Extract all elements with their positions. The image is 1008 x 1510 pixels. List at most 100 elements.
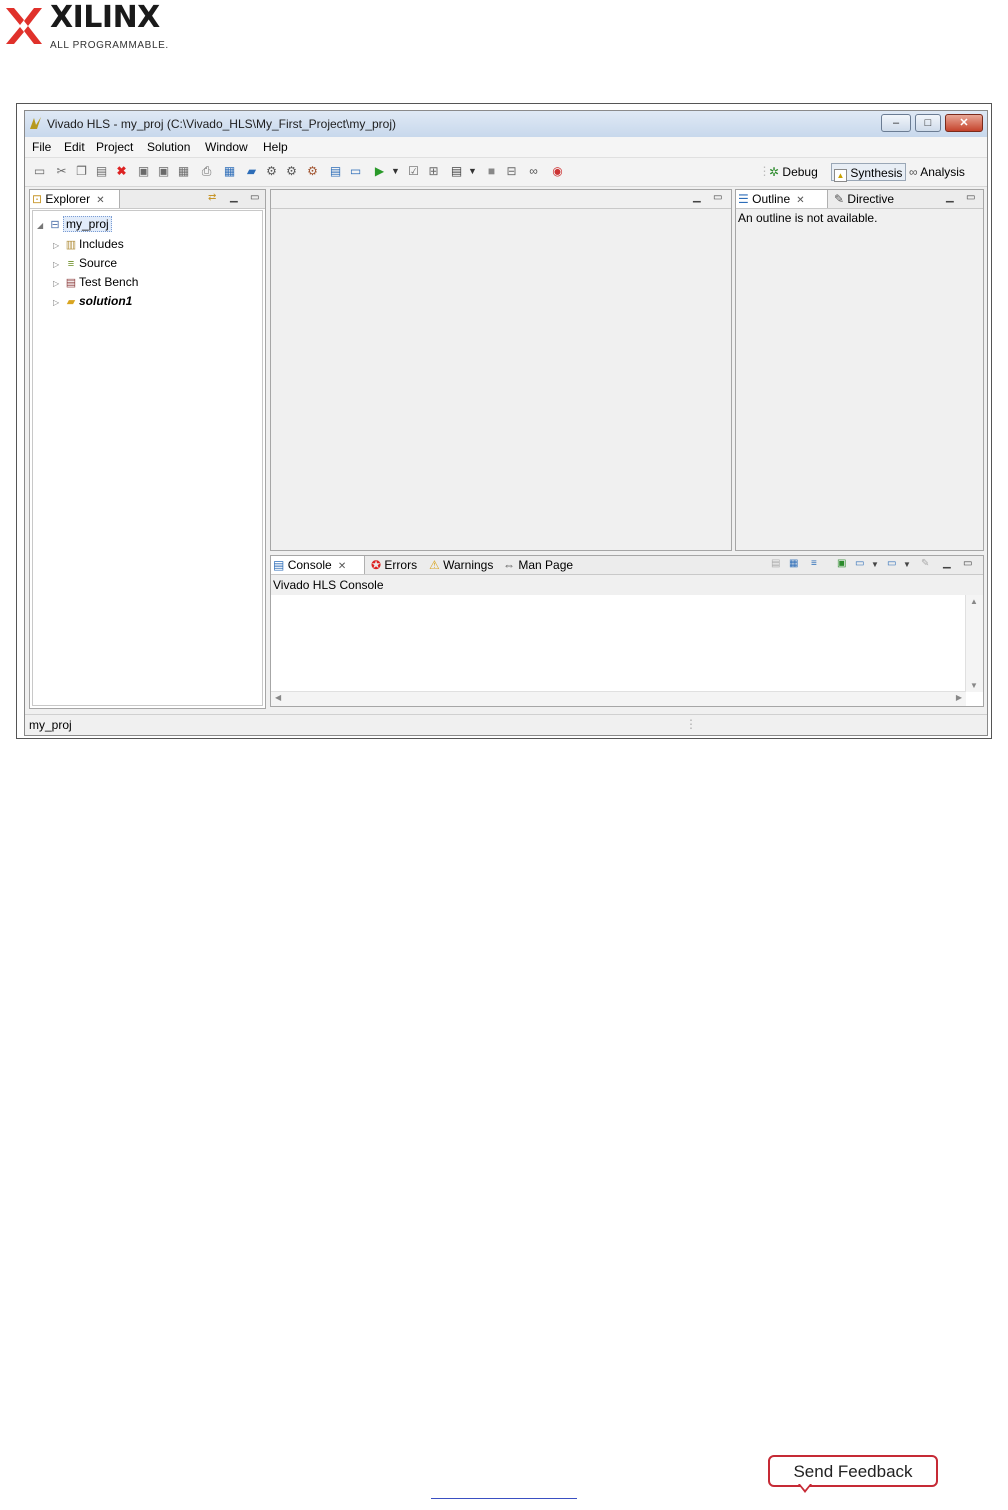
cosim-icon[interactable]: ⊞ [427,165,440,178]
maximize-panel-icon[interactable]: ▭ [713,192,722,203]
footer-link[interactable] [431,1498,577,1499]
copy-icon[interactable]: ❐ [75,165,88,178]
console-panel: ▤ Console ✕ ✪ Errors ⚠ Warnings ⇔ Man Pa… [270,555,984,707]
close-tab-icon[interactable]: ✕ [93,195,104,206]
run-dropdown-icon[interactable]: ▼ [389,165,402,178]
tab-outline[interactable]: ☰ Outline ✕ [736,190,828,208]
collapse-arrow-icon[interactable]: ◢ [37,217,47,235]
word-wrap-icon[interactable]: ≡ [811,558,817,569]
link-with-editor-icon[interactable]: ⇄ [208,192,216,203]
expand-arrow-icon[interactable]: ▷ [53,256,63,274]
menu-help[interactable]: Help [263,140,288,154]
tab-explorer-label: Explorer [45,192,91,206]
maximize-panel-icon[interactable]: ▭ [963,558,972,569]
close-button[interactable]: ✕ [945,114,983,132]
scroll-left-icon[interactable]: ◀ [275,693,281,702]
paste-icon[interactable]: ▤ [95,165,108,178]
maximize-button[interactable]: □ [915,114,941,132]
tab-outline-label: Outline [752,192,791,206]
perspective-debug[interactable]: ✲ Debug [769,163,818,181]
tab-warnings[interactable]: ⚠ Warnings [427,556,501,574]
export-rtl-icon[interactable]: ▤ [450,165,463,178]
index-source-icon[interactable]: ▤ [329,165,342,178]
synthesis-check-icon[interactable]: ☑ [407,165,420,178]
minimize-panel-icon[interactable]: ▁ [946,192,954,203]
delete-icon[interactable]: ✖ [115,165,128,178]
display-console-icon[interactable]: ▭ [855,558,864,569]
stop-icon[interactable]: ■ [485,165,498,178]
outline-panel-header: ☰ Outline ✕ ✎ Directive ▁ ▭ [736,190,983,209]
minimize-panel-icon[interactable]: ▁ [693,192,701,203]
scroll-right-icon[interactable]: ▶ [956,693,962,702]
menu-project[interactable]: Project [96,140,133,154]
save-all-icon[interactable]: ▣ [157,165,170,178]
tab-directive[interactable]: ✎ Directive [832,190,906,208]
expand-arrow-icon[interactable]: ▷ [53,294,63,312]
open-wave-viewer-icon[interactable]: ◉ [551,165,564,178]
title-bar[interactable]: Vivado HLS - my_proj (C:\Vivado_HLS\My_F… [25,111,987,138]
save-icon[interactable]: ▣ [137,165,150,178]
tree-item-source[interactable]: ▷ ≡ Source [53,254,117,272]
debug-icon: ✲ [769,165,780,179]
tree-item-test-bench[interactable]: ▷ ▤ Test Bench [53,273,138,291]
logo-tagline: ALL PROGRAMMABLE. [50,40,169,51]
tab-console-label: Console [287,558,332,572]
tab-explorer[interactable]: ⊡ Explorer ✕ [30,190,120,208]
scroll-up-icon[interactable]: ▲ [970,597,978,606]
compare-reports-icon[interactable]: ⊟ [505,165,518,178]
close-tab-icon[interactable]: ✕ [335,561,346,572]
cut-icon[interactable]: ✂ [55,165,68,178]
tree-item-solution1[interactable]: ▷ ▰ solution1 [53,292,132,310]
minimize-button[interactable]: – [881,114,911,132]
send-feedback-button[interactable]: Send Feedback [768,1455,938,1487]
clear-console-icon[interactable]: ▤ [771,558,780,569]
menu-file[interactable]: File [32,140,51,154]
menu-edit[interactable]: Edit [64,140,85,154]
close-tab-icon[interactable]: ✕ [793,195,804,206]
tab-console[interactable]: ▤ Console ✕ [271,556,365,574]
print-icon[interactable]: ⎙ [200,165,213,178]
run-c-simulation-icon[interactable]: ▶ [373,165,386,178]
console-output[interactable]: ▲ ▼ ◀ ▶ [271,595,983,706]
open-console-dropdown-icon[interactable]: ▼ [903,560,911,569]
open-project-icon[interactable]: ▰ [245,165,258,178]
export-dropdown-icon[interactable]: ▼ [466,165,479,178]
settings-gear-icon[interactable]: ⚙ [265,165,278,178]
explorer-icon: ⊡ [32,192,43,206]
project-settings-icon[interactable]: ⚙ [285,165,298,178]
man-page-icon: ⇔ [503,558,515,572]
expand-arrow-icon[interactable]: ▷ [53,275,63,293]
new-file-icon[interactable]: ▭ [33,165,46,178]
perspective-synthesis[interactable]: ▲ Synthesis [831,163,907,182]
remove-console-icon[interactable]: ✎ [921,558,929,569]
perspective-analysis[interactable]: ∞ Analysis [909,163,965,181]
expand-arrow-icon[interactable]: ▷ [53,237,63,255]
tree-label-test-bench: Test Bench [79,275,139,289]
solution-settings-icon[interactable]: ⚙ [306,165,319,178]
tab-man-page[interactable]: ⇔ Man Page [501,556,579,574]
scroll-down-icon[interactable]: ▼ [970,681,978,690]
minimize-panel-icon[interactable]: ▁ [230,192,238,203]
open-report-icon[interactable]: ▭ [349,165,362,178]
feedback-bubble-tail-inner [800,1484,810,1490]
vertical-scrollbar[interactable]: ▲ ▼ [965,595,983,692]
save-as-icon[interactable]: ▦ [177,165,190,178]
maximize-panel-icon[interactable]: ▭ [250,192,259,203]
open-analysis-icon[interactable]: ∞ [527,165,540,178]
horizontal-scrollbar[interactable]: ◀ ▶ [271,691,966,706]
menu-solution[interactable]: Solution [147,140,190,154]
new-solution-icon[interactable]: ▦ [223,165,236,178]
console-title-bar: Vivado HLS Console [271,575,983,595]
open-console-icon[interactable]: ▭ [887,558,896,569]
xilinx-logo: XILINX ALL PROGRAMMABLE. [4,0,204,54]
tree-item-project[interactable]: ◢ ⊟ my_proj [37,215,112,233]
maximize-panel-icon[interactable]: ▭ [966,192,975,203]
console-dropdown-icon[interactable]: ▼ [871,560,879,569]
tab-errors[interactable]: ✪ Errors [369,556,425,574]
tab-directive-label: Directive [847,192,895,206]
scroll-lock-icon[interactable]: ▦ [789,558,798,569]
pin-console-icon[interactable]: ▣ [837,558,846,569]
menu-window[interactable]: Window [205,140,248,154]
minimize-panel-icon[interactable]: ▁ [943,558,951,569]
tree-item-includes[interactable]: ▷ ▥ Includes [53,235,124,253]
